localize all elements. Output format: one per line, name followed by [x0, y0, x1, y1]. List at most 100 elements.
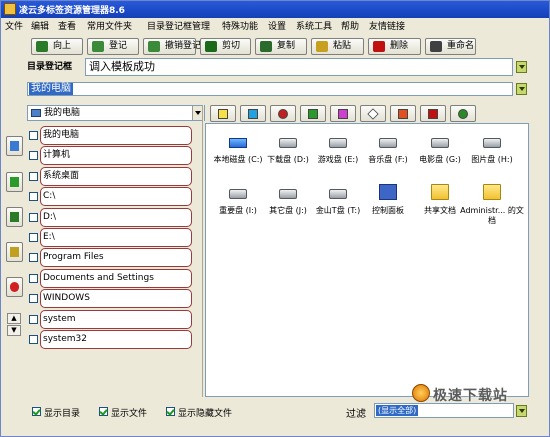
small-tool-button[interactable]: [330, 105, 356, 122]
file-item[interactable]: 图片盘 (H:): [464, 129, 520, 171]
path-bar[interactable]: 我的电脑: [27, 82, 513, 96]
checkbox[interactable]: [29, 273, 38, 283]
drive-icon: [483, 138, 501, 148]
directory-item-label[interactable]: Documents and Settings: [40, 268, 192, 288]
directory-box-dropdown[interactable]: [516, 61, 527, 73]
directory-item[interactable]: E:\: [26, 228, 196, 247]
directory-item-label[interactable]: C:\: [40, 187, 192, 207]
menu-item[interactable]: 文件: [5, 19, 23, 32]
checkbox[interactable]: [29, 151, 38, 161]
menu-item[interactable]: 编辑: [31, 19, 49, 32]
small-tool-button[interactable]: [420, 105, 446, 122]
small-tool-button[interactable]: [390, 105, 416, 122]
menu-item[interactable]: 常用文件夹: [87, 19, 132, 32]
filter-value: (显示全部): [376, 405, 419, 416]
location-combo[interactable]: 我的电脑: [27, 105, 205, 121]
menu-item[interactable]: 特殊功能: [222, 19, 258, 32]
left-tool-button[interactable]: [6, 242, 23, 262]
menu-item[interactable]: 帮助: [341, 19, 359, 32]
folder-icon: [431, 184, 449, 200]
directory-item[interactable]: 我的电脑: [26, 126, 196, 145]
directory-item[interactable]: Program Files: [26, 248, 196, 268]
directory-item-label[interactable]: 我的电脑: [40, 126, 192, 145]
toolbar-button[interactable]: 剪切: [200, 38, 251, 55]
directory-item[interactable]: WINDOWS: [26, 289, 196, 309]
checkbox[interactable]: [29, 294, 38, 304]
directory-item-label[interactable]: system: [40, 309, 192, 329]
scroll-up-button[interactable]: ▲: [7, 313, 21, 324]
file-item-label: 图片盘 (H:): [471, 155, 513, 164]
left-tool-button[interactable]: [6, 277, 23, 297]
small-tool-button[interactable]: [240, 105, 266, 122]
checkbox[interactable]: [29, 171, 38, 181]
checkbox-checked-icon: [99, 407, 108, 416]
directory-item[interactable]: C:\: [26, 187, 196, 207]
directory-box-input[interactable]: 调入模板成功: [85, 58, 513, 76]
menu-item[interactable]: 系统工具: [296, 19, 332, 32]
small-tool-button[interactable]: [270, 105, 296, 122]
tree-icon: [10, 212, 19, 222]
checkbox[interactable]: [29, 253, 38, 263]
directory-item[interactable]: D:\: [26, 207, 196, 227]
directory-item-label[interactable]: E:\: [40, 228, 192, 247]
directory-item[interactable]: 系统桌面: [26, 166, 196, 186]
left-tool-button[interactable]: [6, 136, 23, 156]
checkbox[interactable]: [29, 233, 38, 242]
toolbar-button[interactable]: 复制: [255, 38, 307, 55]
small-tool-button[interactable]: [450, 105, 476, 122]
menu-item[interactable]: 友情链接: [369, 19, 405, 32]
file-panel: 本地磁盘 (C:) 下载盘 (D:) 游戏盘 (E:) 音乐盘 (F:) 电影盘 (G:…: [205, 123, 529, 397]
directory-item-label[interactable]: WINDOWS: [40, 289, 192, 309]
checkbox[interactable]: [29, 314, 38, 324]
scroll-down-button[interactable]: ▼: [7, 325, 21, 336]
directory-item[interactable]: system32: [26, 330, 196, 349]
diamond-icon: [367, 108, 379, 120]
small-tool-button[interactable]: [300, 105, 326, 122]
menu-item[interactable]: 查看: [58, 19, 76, 32]
menu-item[interactable]: 目录登记框管理: [147, 19, 210, 32]
toolbar-button[interactable]: 登记: [87, 38, 139, 55]
directory-item[interactable]: 计算机: [26, 146, 196, 166]
toolbar-button-label: 剪切: [222, 41, 241, 51]
filter-select[interactable]: (显示全部): [374, 403, 514, 418]
filter-dropdown[interactable]: [516, 405, 527, 417]
directory-item[interactable]: system: [26, 309, 196, 329]
toolbar-button[interactable]: 向上: [31, 38, 83, 55]
drive-icon: [229, 138, 247, 148]
file-item[interactable]: Administr... 的文档: [460, 180, 524, 225]
toolbar-button[interactable]: 重命名: [425, 38, 476, 55]
drive-icon: [279, 189, 297, 199]
splitter[interactable]: [202, 105, 204, 397]
menu-item[interactable]: 设置: [268, 19, 286, 32]
toolbar-button-label: 登记: [109, 41, 128, 51]
checkbox[interactable]: [29, 335, 38, 344]
left-tool-button[interactable]: [6, 172, 23, 192]
checkbox[interactable]: [29, 131, 38, 140]
drive-icon: [329, 138, 347, 148]
small-tool-button[interactable]: [210, 105, 236, 122]
unregister-icon: [148, 41, 160, 52]
toolbar-button[interactable]: 撤销登记: [143, 38, 201, 55]
directory-item-label[interactable]: D:\: [40, 207, 192, 227]
left-tool-button[interactable]: [6, 207, 23, 227]
small-tool-button[interactable]: [360, 105, 386, 122]
toolbar-button[interactable]: 删除: [368, 38, 421, 55]
directory-item-label[interactable]: system32: [40, 330, 192, 349]
path-dropdown[interactable]: [516, 83, 527, 95]
directory-item-label[interactable]: Program Files: [40, 248, 192, 268]
location-combo-value: 我的电脑: [44, 108, 81, 118]
directory-item[interactable]: Documents and Settings: [26, 268, 196, 288]
directory-item-label[interactable]: 系统桌面: [40, 166, 192, 186]
toolbar-button[interactable]: 粘贴: [311, 38, 364, 55]
check-icon: [308, 109, 318, 119]
copy-icon: [260, 41, 272, 52]
window-title: 凌云多标签资源管理器8.6: [19, 6, 125, 16]
directory-list: 我的电脑 计算机 系统桌面 C:\ D:\ E:\ Program Files Documen…: [26, 123, 201, 396]
toolbar-button-label: 撤销登记: [165, 41, 202, 51]
directory-item-label[interactable]: 计算机: [40, 146, 192, 166]
watermark: 极速下载站: [433, 388, 508, 404]
up-arrow-icon: [36, 41, 48, 52]
checkbox[interactable]: [29, 212, 38, 222]
checkbox[interactable]: [29, 192, 38, 202]
register-icon: [92, 41, 104, 52]
